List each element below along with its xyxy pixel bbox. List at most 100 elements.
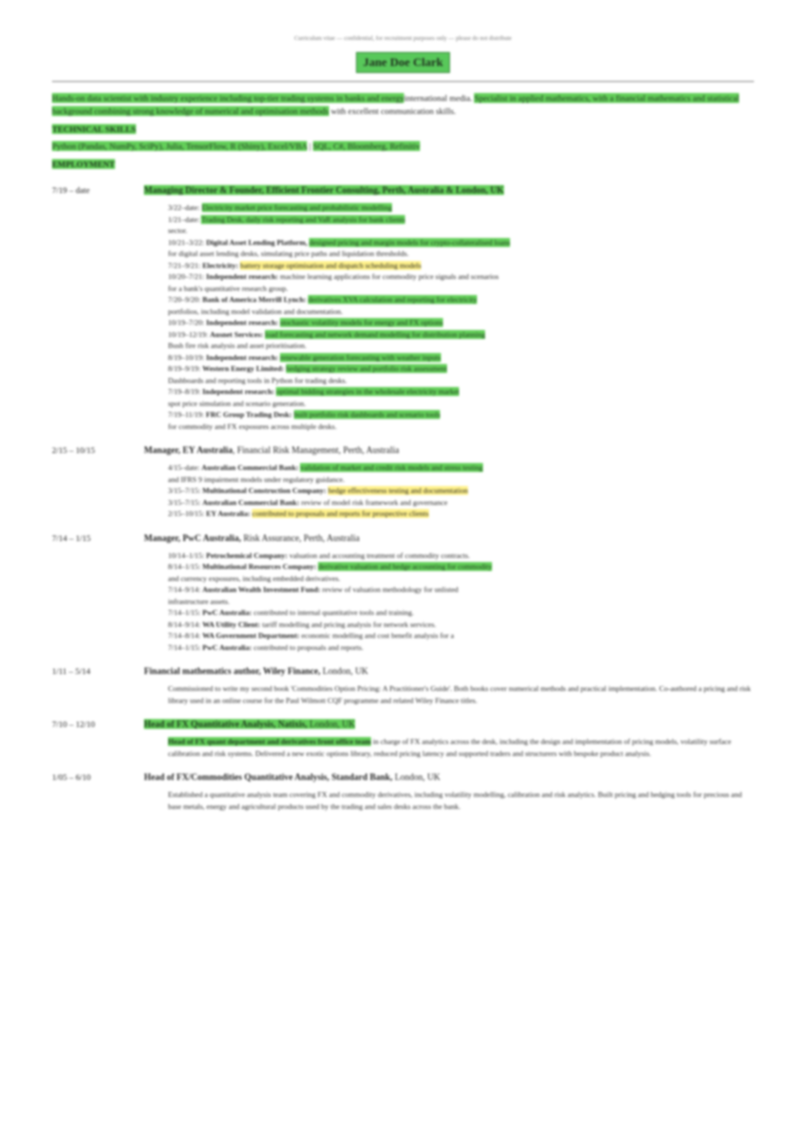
job-title-text: London, UK [322, 666, 369, 676]
detail-line: 3/15–7/15: Australian Commercial Bank: r… [168, 497, 754, 509]
detail-text: hedging strategy review and portfolio ri… [285, 364, 448, 373]
detail-text: 3/15–7/15: [168, 497, 203, 507]
detail-text: Petrochemical Company: [206, 550, 290, 560]
job-details: 4/15–date: Australian Commercial Bank: v… [144, 462, 754, 520]
detail-line: 2/15–10/15: EY Australia: contributed to… [168, 508, 754, 520]
detail-text: derivative valuation and hedge accountin… [318, 562, 492, 571]
job-title-text: Financial mathematics author, Wiley Fina… [144, 666, 323, 676]
detail-line: 7/14–8/14: WA Government Department: eco… [168, 630, 754, 642]
detail-text: Australian Wealth Investment Fund: [202, 585, 323, 594]
detail-text: Ausnet Services: [209, 329, 265, 339]
job-description: Commissioned to write my second book 'Co… [144, 683, 754, 706]
job-title-text: Risk Assurance, Perth, Australia [243, 532, 360, 543]
detail-text: WA Utility Client: [202, 619, 263, 629]
detail-text: 7/14–1/15: [168, 608, 203, 617]
detail-line: spot price simulation and scenario gener… [168, 398, 754, 410]
detail-line: Bush fire risk analysis and asset priori… [168, 340, 754, 352]
detail-text: valuation and accounting treatment of co… [289, 550, 470, 560]
detail-text: Multinational Construction Company: [202, 486, 329, 495]
detail-text: and currency exposures, including embedd… [168, 573, 341, 583]
detail-text: Western Energy Limited: [202, 364, 286, 373]
detail-line: infrastructure assets. [168, 596, 754, 608]
description-highlight: Head of FX quant department and derivati… [168, 737, 371, 746]
job-description: Established a quantitative analysis team… [144, 789, 754, 812]
detail-text: 8/19–9/19: [168, 364, 203, 373]
detail-text: sector. [168, 226, 188, 235]
job-title-text: Manager, [144, 445, 183, 455]
detail-line: 10/21–3/22: Digital Asset Lending Platfo… [168, 237, 754, 249]
employment-heading: EMPLOYMENT [52, 159, 115, 169]
detail-line: 7/21–9/21: Electricity: battery storage … [168, 260, 754, 272]
detail-text: renewable generation forecasting with we… [280, 352, 441, 362]
detail-text: Australian Commercial Bank: [202, 497, 302, 507]
detail-text: EY Australia: [206, 509, 253, 518]
detail-text: 3/15–7/15: [168, 486, 203, 495]
detail-line: 8/14–9/14: WA Utility Client: tariff mod… [168, 619, 754, 631]
job-title: Managing Director & Founder, Efficient F… [144, 184, 754, 197]
detail-text: Multinational Resources Company: [202, 562, 319, 571]
job-title-text: EY [182, 445, 197, 455]
job-title-text: Head of FX/Commodities Quantitative Anal… [144, 772, 395, 782]
detail-text: 10/20–7/21: [168, 272, 207, 281]
header-note: Curriculum vitae — confidential, for rec… [294, 36, 512, 42]
job-title: Head of FX/Commodities Quantitative Anal… [144, 771, 754, 784]
header-divider [52, 81, 754, 82]
detail-line: 10/19–12/19: Ausnet Services: load forec… [168, 329, 754, 341]
employment-list: 7/19 – date Managing Director & Founder, … [52, 184, 754, 812]
job-date: 7/10 – 12/10 [52, 719, 95, 729]
detail-line: 10/14–1/15: Petrochemical Company: valua… [168, 550, 754, 562]
detail-text: 4/15–date: [168, 463, 202, 472]
detail-line: sector. [168, 225, 754, 237]
detail-line: 7/14–1/15: PwC Australia: contributed to… [168, 642, 754, 654]
detail-line: 7/20–9/20: Bank of America Merrill Lynch… [168, 294, 754, 306]
job-title: Manager, PwC Australia, Risk Assurance, … [144, 532, 754, 545]
detail-line: 7/19–8/19: Independent research: optimal… [168, 386, 754, 398]
detail-text: Australian Commercial Bank: [201, 463, 301, 472]
detail-text: built portfolio risk dashboards and scen… [293, 410, 441, 419]
job-date: 1/05 – 6/10 [52, 772, 91, 782]
detail-text: contributed to proposals and reports for… [252, 509, 429, 518]
job-entry: 1/11 – 5/14 Financial mathematics author,… [52, 665, 754, 706]
detail-line: 7/19–11/19: FRC Group Trading Desk: buil… [168, 409, 754, 421]
job-details: 3/22–date: Electricity market price fore… [144, 202, 754, 432]
detail-text: 2/15–10/15: [168, 509, 207, 518]
job-title-text: , Financial Risk Management, Perth, Aust… [232, 445, 400, 455]
detail-text: derivatives XVA calculation and reportin… [308, 295, 477, 304]
detail-text: portfolios, including model validation a… [168, 306, 343, 316]
job-title-text: Australia [196, 445, 233, 455]
detail-text: review of valuation methodology for unli… [322, 585, 459, 594]
detail-text: infrastructure assets. [168, 596, 230, 606]
job-title-text: Managing Director & Founder, Efficient F… [144, 185, 504, 195]
detail-text: 8/19–10/19: [168, 352, 207, 362]
detail-line: 7/14–1/15: PwC Australia: contributed to… [168, 607, 754, 619]
job-title-text: London, UK [394, 772, 441, 782]
detail-text: 7/14–9/14: [168, 585, 203, 594]
job-details: 10/14–1/15: Petrochemical Company: valua… [144, 550, 754, 654]
job-description: Head of FX quant department and derivati… [144, 736, 754, 759]
detail-text: WA Government Department: [202, 631, 302, 640]
job-entry: 7/19 – date Managing Director & Founder, … [52, 184, 754, 432]
job-date: 7/14 – 1/15 [52, 532, 91, 543]
job-body: Managing Director & Founder, Efficient F… [144, 184, 754, 432]
detail-line: 4/15–date: Australian Commercial Bank: v… [168, 462, 754, 474]
job-date: 2/15 – 10/15 [52, 445, 95, 455]
detail-text: PwC Australia: [202, 642, 254, 652]
skills-line: Python (Pandas, NumPy, SciPy), Julia, Te… [52, 140, 754, 153]
detail-text: contributed to proposals and reports. [253, 642, 364, 652]
job-title: Head of FX Quantitative Analysis, Natixi… [144, 718, 754, 731]
detail-text: for commodity and FX exposures across mu… [168, 421, 337, 431]
summary-text: combining strong knowledge of numerical … [92, 106, 329, 116]
detail-text: PwC Australia: [202, 608, 254, 617]
detail-text: 10/14–1/15: [168, 550, 207, 560]
detail-text: spot price simulation and scenario gener… [168, 398, 306, 408]
detail-text: optimal bidding strategies in the wholes… [276, 387, 460, 396]
detail-text: Trading Desk, daily risk reporting and V… [201, 214, 406, 224]
detail-text: tariff modelling and pricing analysis fo… [262, 619, 437, 629]
detail-text: Bush fire risk analysis and asset priori… [168, 341, 307, 350]
detail-text: FRC Group Trading Desk: [205, 410, 294, 419]
detail-text: 10/19–12/19: [168, 329, 210, 339]
detail-text: 7/19–11/19: [168, 410, 206, 419]
detail-text: Digital Asset Lending Platform, [206, 237, 310, 247]
job-title: Financial mathematics author, Wiley Fina… [144, 665, 754, 678]
job-body: Head of FX/Commodities Quantitative Anal… [144, 771, 754, 812]
